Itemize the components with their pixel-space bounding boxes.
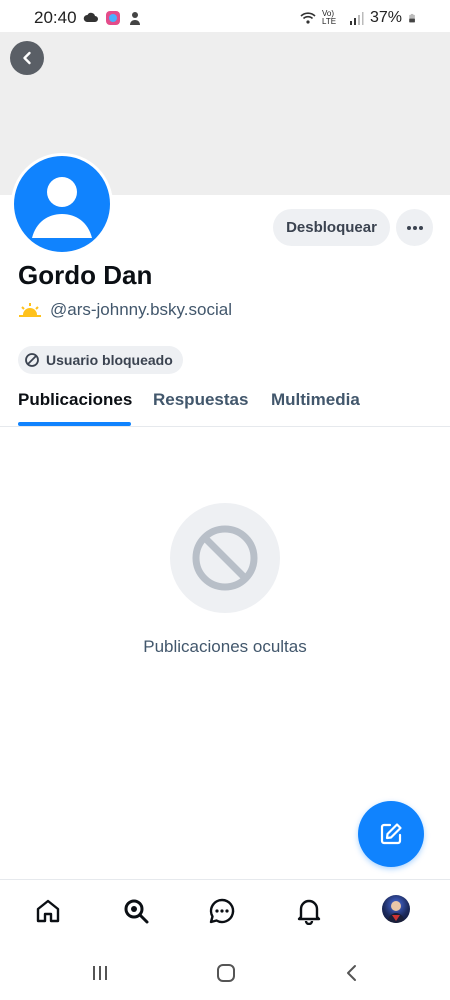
status-left: 20:40 [34, 8, 143, 28]
app-notification-icon [105, 11, 120, 25]
search-icon [124, 899, 149, 924]
back-system-button[interactable] [340, 961, 364, 985]
nav-notifications[interactable] [294, 896, 324, 926]
nav-search[interactable] [121, 896, 151, 926]
profile-photo-icon [387, 901, 405, 923]
home-icon [36, 899, 60, 923]
battery-icon [409, 13, 415, 23]
status-right: Vo) LTE 37% [300, 9, 418, 27]
bluesky-notification-icon [129, 12, 140, 25]
prohibited-icon [192, 525, 258, 591]
empty-state-badge [170, 503, 280, 613]
wifi-icon [300, 12, 316, 24]
display-name: Gordo Dan [18, 260, 153, 290]
blocked-status-badge: Usuario bloqueado [18, 346, 183, 374]
recent-apps-icon [93, 966, 107, 980]
handle-row: @ars-johnny.bsky.social [18, 300, 232, 320]
nav-home[interactable] [33, 896, 63, 926]
profile-avatar[interactable] [11, 153, 113, 255]
back-button[interactable] [10, 41, 44, 75]
status-bar: 20:40 Vo) LTE 37% [0, 0, 450, 36]
signal-icon [349, 12, 364, 25]
system-navigation-bar [0, 947, 450, 1000]
default-avatar-icon [32, 177, 92, 238]
nav-chat[interactable] [207, 896, 237, 926]
tab-replies[interactable]: Respuestas [153, 390, 248, 410]
cloud-icon [83, 12, 98, 22]
home-square-icon [217, 964, 235, 982]
unblock-button[interactable]: Desbloquear [273, 209, 390, 246]
bottom-navigation [0, 879, 450, 947]
compose-post-button[interactable] [358, 801, 424, 867]
blocked-label: Usuario bloqueado [46, 352, 173, 368]
nav-profile-avatar[interactable] [382, 895, 410, 923]
ellipsis-icon [406, 225, 423, 230]
profile-handle: @ars-johnny.bsky.social [50, 300, 232, 319]
compose-icon [380, 823, 402, 845]
status-time: 20:40 [34, 8, 77, 27]
more-options-button[interactable] [396, 209, 433, 246]
chevron-left-icon [23, 51, 31, 65]
home-system-button[interactable] [214, 961, 238, 985]
tab-media[interactable]: Multimedia [271, 390, 360, 410]
back-chevron-icon [347, 965, 356, 981]
bell-icon [297, 899, 321, 925]
empty-state-message: Publicaciones ocultas [143, 637, 307, 656]
battery-percent: 37% [369, 9, 402, 26]
tab-posts[interactable]: Publicaciones [18, 390, 132, 410]
lte-label: Vo) LTE [321, 9, 337, 26]
profile-tabs: Publicaciones Respuestas Multimedia [0, 382, 450, 427]
recent-apps-button[interactable] [88, 961, 112, 985]
chat-icon [209, 898, 235, 924]
sunrise-emoji-icon [19, 303, 41, 317]
blocked-icon [25, 353, 39, 367]
active-tab-indicator [18, 422, 131, 426]
